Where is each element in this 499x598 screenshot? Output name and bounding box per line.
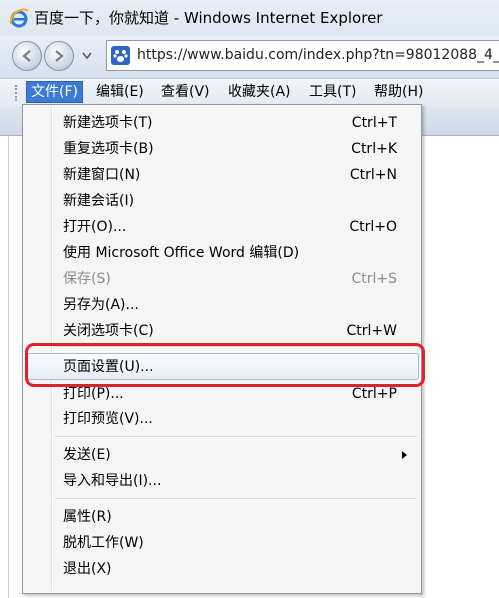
menu-item-duplicate-tab[interactable]: 重复选项卡(B) (63, 139, 154, 159)
menu-item-properties[interactable]: 属性(R) (63, 507, 112, 527)
shortcut-new-window: Ctrl+N (349, 167, 397, 183)
menu-item-open[interactable]: 打开(O)... (63, 217, 126, 237)
shortcut-print: Ctrl+P (351, 386, 397, 402)
menu-item-new-window[interactable]: 新建窗口(N) (63, 165, 140, 185)
menu-item-print-preview[interactable]: 打印预览(V)... (63, 409, 153, 429)
menu-item-save: 保存(S) (63, 271, 111, 287)
address-url[interactable]: https://www.baidu.com/index.php?tn=98012… (137, 46, 499, 65)
nav-dropdown-icon[interactable] (82, 52, 92, 60)
shortcut-duplicate-tab: Ctrl+K (351, 141, 397, 157)
menu-file[interactable]: 文件(F) (26, 81, 83, 103)
ie-logo-icon (9, 8, 29, 28)
forward-arrow-icon (55, 50, 64, 62)
menu-separator (55, 498, 417, 500)
shortcut-close-tab: Ctrl+W (346, 323, 397, 339)
forward-button[interactable] (44, 41, 74, 71)
annotation-highlight (25, 343, 425, 387)
menu-separator (55, 436, 417, 438)
menu-tools[interactable]: 工具(T) (305, 81, 360, 103)
menu-item-close-tab[interactable]: 关闭选项卡(C) (63, 321, 154, 341)
title-bar: 百度一下，你就知道 - Windows Internet Explorer (0, 0, 499, 36)
baidu-paw-icon (111, 46, 130, 65)
menu-item-import-export[interactable]: 导入和导出(I)... (63, 471, 161, 491)
menu-item-send[interactable]: 发送(E) (63, 445, 111, 465)
back-button[interactable] (12, 41, 42, 71)
menu-view[interactable]: 查看(V) (157, 81, 214, 103)
shortcut-open: Ctrl+O (349, 219, 397, 235)
back-arrow-icon (22, 50, 31, 62)
menu-item-exit[interactable]: 退出(X) (63, 559, 112, 579)
window-title: 百度一下，你就知道 - Windows Internet Explorer (34, 9, 383, 27)
menu-item-edit-with-word[interactable]: 使用 Microsoft Office Word 编辑(D) (63, 243, 299, 263)
content-edge (8, 136, 9, 598)
shortcut-new-tab: Ctrl+T (351, 115, 397, 131)
menu-item-work-offline[interactable]: 脱机工作(W) (63, 533, 144, 553)
shortcut-save: Ctrl+S (351, 271, 397, 287)
menu-help[interactable]: 帮助(H) (370, 81, 427, 103)
submenu-arrow-icon (402, 451, 407, 459)
menu-item-print[interactable]: 打印(P)... (63, 384, 124, 404)
menu-edit[interactable]: 编辑(E) (92, 81, 148, 103)
toolbar-grip[interactable] (15, 85, 20, 101)
address-bar[interactable]: https://www.baidu.com/index.php?tn=98012… (106, 40, 499, 71)
menu-bar: 文件(F) 编辑(E) 查看(V) 收藏夹(A) 工具(T) 帮助(H) (0, 78, 499, 106)
navigation-bar: https://www.baidu.com/index.php?tn=98012… (0, 36, 499, 78)
menu-item-new-tab[interactable]: 新建选项卡(T) (63, 113, 152, 133)
menu-favorites[interactable]: 收藏夹(A) (224, 81, 295, 103)
menu-item-save-as[interactable]: 另存为(A)... (63, 295, 139, 315)
menu-item-new-session[interactable]: 新建会话(I) (63, 191, 134, 211)
